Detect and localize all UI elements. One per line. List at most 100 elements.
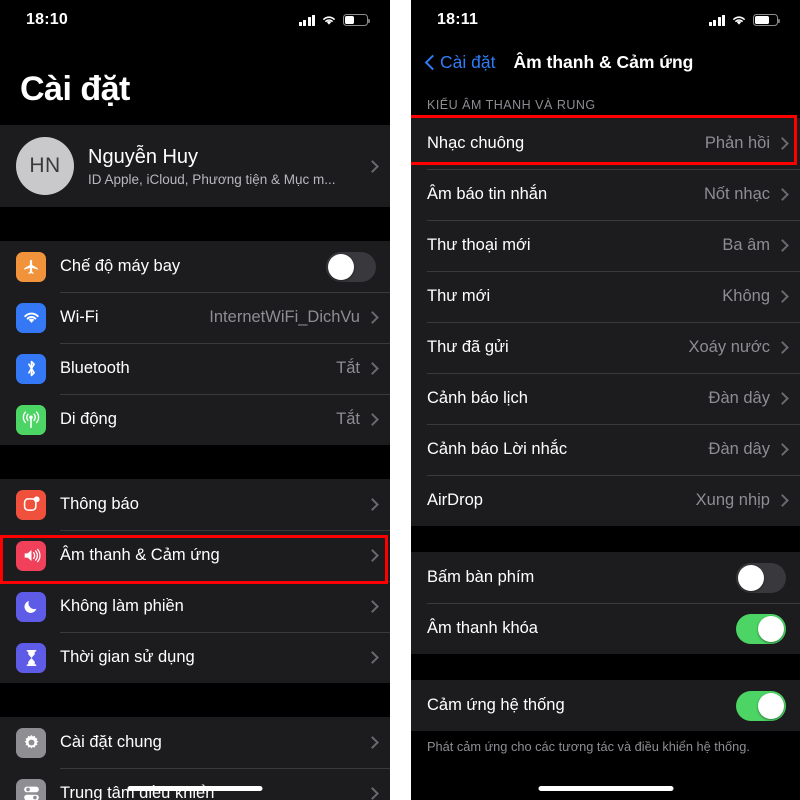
chevron-right-icon: [778, 443, 786, 456]
row-keyboard-clicks[interactable]: Bấm bàn phím: [411, 552, 800, 603]
row-value: InternetWiFi_DichVu: [209, 308, 360, 326]
nav-title: Âm thanh & Cảm ứng: [513, 51, 694, 72]
sidebar-item-screen-time[interactable]: Thời gian sử dụng: [0, 632, 390, 683]
sidebar-item-general[interactable]: Cài đặt chung: [0, 717, 390, 768]
right-phone-sounds-screen: 18:11 Cài đặt Âm thanh & Cảm ứng KIỂU ÂM…: [411, 0, 800, 800]
cellular-icon: [16, 404, 46, 435]
row-label: AirDrop: [427, 491, 483, 509]
lock-sound-toggle[interactable]: [736, 613, 786, 644]
moon-icon: [16, 591, 46, 622]
chevron-right-icon: [368, 362, 376, 375]
group-spacer: [0, 445, 390, 479]
system-haptics-group: Cảm ứng hệ thống: [411, 680, 800, 731]
right-status-bar: 18:11: [411, 0, 800, 40]
sound-pattern-group: Nhạc chuông Phản hồi Âm báo tin nhắn Nốt…: [411, 118, 800, 526]
row-reminder-alerts[interactable]: Cảnh báo Lời nhắc Đàn dây: [411, 424, 800, 475]
wifi-icon: [321, 14, 337, 26]
status-icons: [708, 14, 781, 26]
sidebar-item-bluetooth[interactable]: Bluetooth Tắt: [0, 343, 390, 394]
row-system-haptics[interactable]: Cảm ứng hệ thống: [411, 680, 800, 731]
row-label: Di động: [60, 410, 117, 428]
sidebar-item-control-center[interactable]: Trung tâm điều khiển: [0, 768, 390, 800]
chevron-right-icon: [368, 413, 376, 426]
row-label: Cảnh báo Lời nhắc: [427, 440, 568, 458]
sidebar-item-sounds-haptics[interactable]: Âm thanh & Cảm ứng: [0, 530, 390, 581]
chevron-right-icon: [778, 341, 786, 354]
row-label: Cảnh báo lịch: [427, 389, 528, 407]
row-label: Bấm bàn phím: [427, 568, 535, 586]
dual-phone-screenshot: 18:10 Cài đặt HN Nguyễn Huy ID Apple, iC…: [0, 0, 800, 800]
row-value: Không: [722, 287, 770, 305]
row-sent-mail[interactable]: Thư đã gửi Xoáy nước: [411, 322, 800, 373]
status-time: 18:11: [437, 11, 479, 28]
row-label: Không làm phiền: [60, 597, 184, 615]
row-value: Tắt: [336, 359, 360, 377]
chevron-right-icon: [778, 188, 786, 201]
chevron-right-icon: [368, 651, 376, 664]
row-ringtone[interactable]: Nhạc chuông Phản hồi: [411, 118, 800, 169]
chevron-right-icon: [778, 137, 786, 150]
chevron-left-icon: [425, 54, 435, 71]
row-label: Thư đã gửi: [427, 338, 509, 356]
row-new-voicemail[interactable]: Thư thoại mới Ba âm: [411, 220, 800, 271]
left-status-bar: 18:10: [0, 0, 390, 40]
row-label: Âm thanh khóa: [427, 619, 538, 637]
home-indicator: [127, 786, 263, 791]
chevron-right-icon: [368, 787, 376, 800]
row-value: Xoáy nước: [688, 338, 771, 356]
back-button[interactable]: Cài đặt: [425, 52, 495, 73]
row-label: Wi-Fi: [60, 308, 99, 326]
group-spacer: [411, 654, 800, 680]
profile-subtitle: ID Apple, iCloud, Phương tiện & Mục m...: [88, 171, 336, 187]
row-label: Thư mới: [427, 287, 491, 305]
panel-divider: [390, 0, 411, 800]
chevron-right-icon: [368, 160, 376, 173]
notifications-group: Thông báo Âm thanh & Cảm ứng Không làm p…: [0, 479, 390, 683]
sidebar-item-airplane-mode[interactable]: Chế độ máy bay: [0, 241, 390, 292]
row-lock-sound[interactable]: Âm thanh khóa: [411, 603, 800, 654]
group-spacer: [411, 526, 800, 552]
bluetooth-icon: [16, 353, 46, 384]
profile-name: Nguyễn Huy: [88, 145, 199, 168]
battery-icon: [343, 14, 371, 26]
row-text-tone[interactable]: Âm báo tin nhắn Nốt nhạc: [411, 169, 800, 220]
row-new-mail[interactable]: Thư mới Không: [411, 271, 800, 322]
group-spacer: [0, 683, 390, 717]
speaker-icon: [16, 540, 46, 571]
home-indicator: [538, 786, 673, 791]
chevron-right-icon: [368, 311, 376, 324]
row-label: Cài đặt chung: [60, 733, 162, 751]
cellular-signal-icon: [708, 14, 725, 26]
row-value: Tắt: [336, 410, 360, 428]
sidebar-item-notifications[interactable]: Thông báo: [0, 479, 390, 530]
row-label: Chế độ máy bay: [60, 257, 181, 275]
battery-icon: [753, 14, 781, 26]
row-airdrop[interactable]: AirDrop Xung nhịp: [411, 475, 800, 526]
apple-id-profile-row[interactable]: HN Nguyễn Huy ID Apple, iCloud, Phương t…: [0, 125, 390, 207]
row-label: Cảm ứng hệ thống: [427, 696, 565, 714]
row-label: Bluetooth: [60, 359, 130, 377]
wifi-icon: [731, 14, 747, 26]
connectivity-group: Chế độ máy bay Wi-Fi InternetWiFi_DichVu: [0, 241, 390, 445]
row-value: Nốt nhạc: [703, 185, 770, 203]
profile-text: Nguyễn Huy ID Apple, iCloud, Phương tiện…: [88, 146, 368, 187]
gear-icon: [16, 727, 46, 758]
sidebar-item-cellular[interactable]: Di động Tắt: [0, 394, 390, 445]
chevron-right-icon: [368, 600, 376, 613]
chevron-right-icon: [778, 239, 786, 252]
chevron-right-icon: [778, 494, 786, 507]
control-center-icon: [16, 778, 46, 800]
system-haptics-toggle[interactable]: [736, 690, 786, 721]
sidebar-item-do-not-disturb[interactable]: Không làm phiền: [0, 581, 390, 632]
navigation-bar: Cài đặt Âm thanh & Cảm ứng: [411, 40, 800, 84]
row-calendar-alerts[interactable]: Cảnh báo lịch Đàn dây: [411, 373, 800, 424]
airplane-mode-toggle[interactable]: [326, 251, 376, 282]
group-spacer: [0, 207, 390, 241]
chevron-right-icon: [368, 736, 376, 749]
row-label: Âm báo tin nhắn: [427, 185, 548, 203]
row-label: Nhạc chuông: [427, 134, 525, 152]
keyboard-clicks-toggle[interactable]: [736, 562, 786, 593]
chevron-right-icon: [778, 392, 786, 405]
sidebar-item-wifi[interactable]: Wi-Fi InternetWiFi_DichVu: [0, 292, 390, 343]
cellular-signal-icon: [298, 14, 315, 26]
